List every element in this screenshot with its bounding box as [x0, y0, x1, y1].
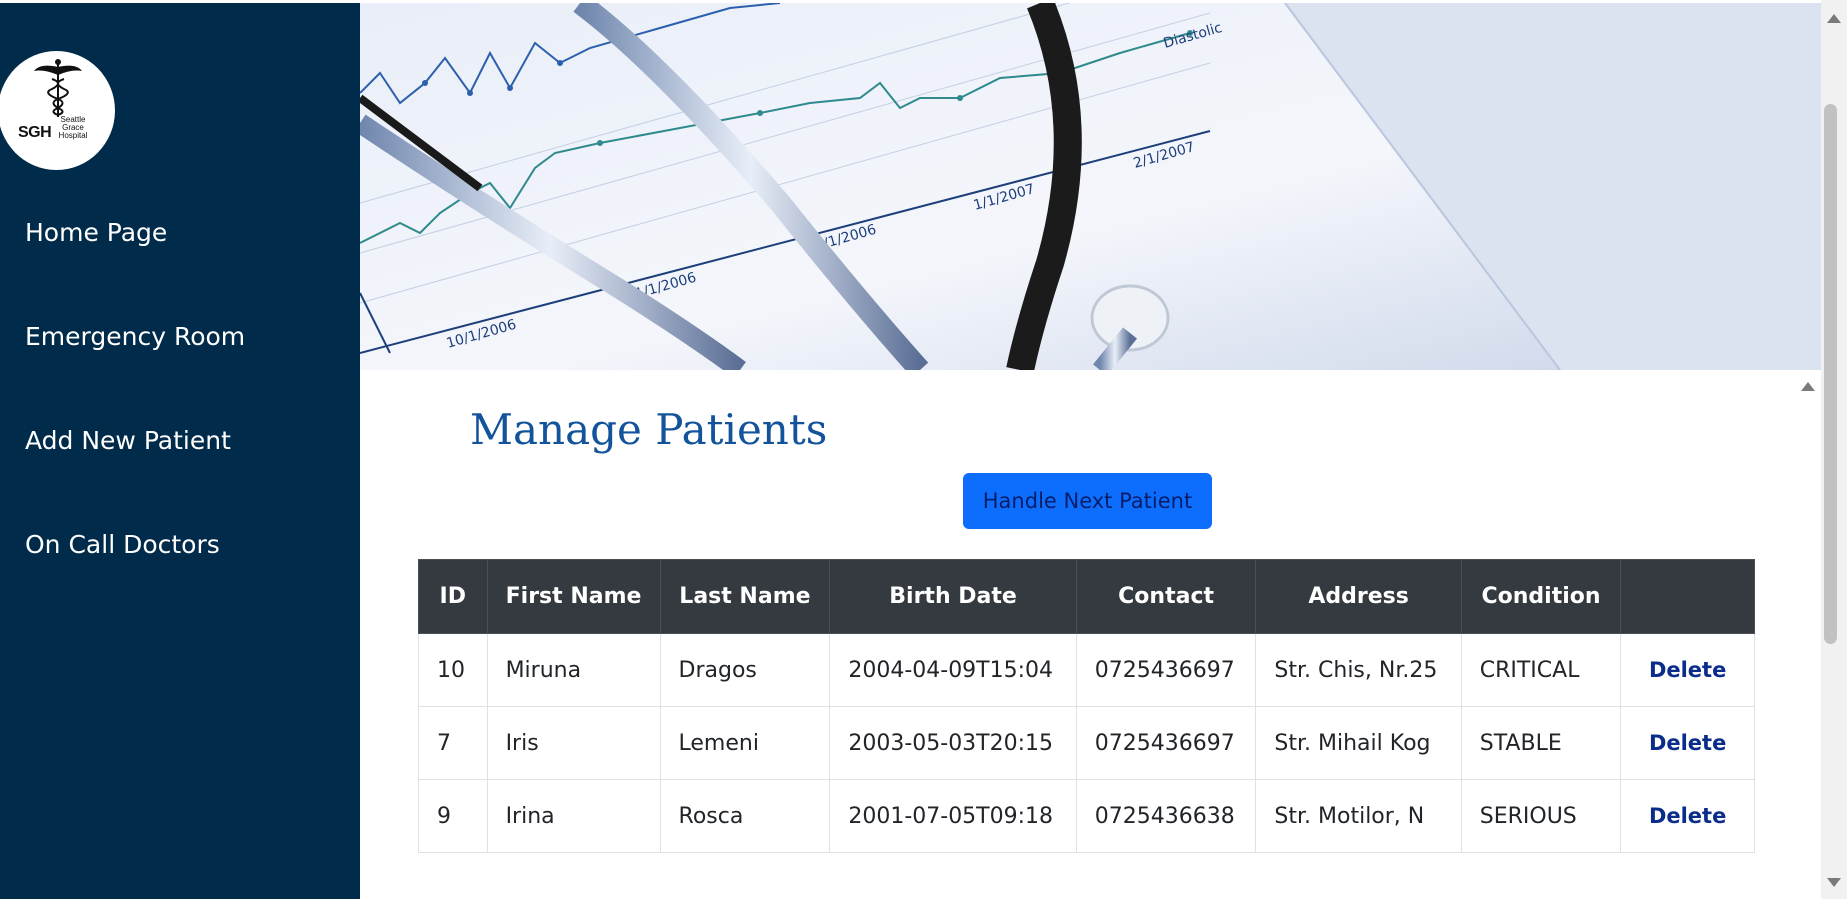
cell-actions: Delete: [1620, 779, 1755, 853]
scroll-down-arrow-icon[interactable]: [1827, 878, 1841, 887]
cell-first-name: Irina: [486, 779, 661, 853]
page-title: Manage Patients: [470, 405, 828, 454]
cell-address: Str. Chis, Nr.25: [1255, 633, 1462, 707]
logo-subtitle: Seattle Grace Hospital: [58, 115, 88, 140]
cell-contact: 0725436638: [1075, 779, 1257, 853]
header-contact: Contact: [1075, 559, 1257, 634]
nav-emergency-room[interactable]: Emergency Room: [25, 322, 245, 351]
handle-next-patient-button[interactable]: Handle Next Patient: [963, 473, 1212, 529]
inner-scroll-up-arrow-icon[interactable]: [1801, 382, 1815, 391]
cell-contact: 0725436697: [1075, 633, 1257, 707]
table-row: 7 Iris Lemeni 2003-05-03T20:15 072543669…: [418, 706, 1755, 780]
cell-birth-date: 2001-07-05T09:18: [829, 779, 1077, 853]
cell-id: 9: [418, 779, 488, 853]
cell-first-name: Miruna: [486, 633, 661, 707]
logo-sgh-text: SGH: [18, 124, 52, 141]
cell-id: 10: [418, 633, 488, 707]
header-banner-image: 10/1/2006 11/1/2006 12/1/2006 1/1/2007 2…: [360, 3, 1821, 370]
delete-link[interactable]: Delete: [1649, 731, 1726, 755]
cell-last-name: Lemeni: [659, 706, 831, 780]
cell-birth-date: 2004-04-09T15:04: [829, 633, 1077, 707]
table-row: 10 Miruna Dragos 2004-04-09T15:04 072543…: [418, 633, 1755, 707]
nav-home-page[interactable]: Home Page: [25, 218, 167, 247]
cell-contact: 0725436697: [1075, 706, 1257, 780]
table-row: 9 Irina Rosca 2001-07-05T09:18 072543663…: [418, 779, 1755, 853]
header-id: ID: [418, 559, 488, 634]
scroll-up-arrow-icon[interactable]: [1827, 14, 1841, 23]
header-first-name: First Name: [486, 559, 661, 634]
patients-table: ID First Name Last Name Birth Date Conta…: [418, 559, 1755, 853]
cell-birth-date: 2003-05-03T20:15: [829, 706, 1077, 780]
cell-condition: SERIOUS: [1460, 779, 1622, 853]
hospital-logo[interactable]: SGH Seattle Grace Hospital: [0, 51, 115, 170]
cell-address: Str. Motilor, N: [1255, 779, 1462, 853]
table-header-row: ID First Name Last Name Birth Date Conta…: [418, 559, 1755, 634]
nav-on-call-doctors[interactable]: On Call Doctors: [25, 530, 220, 559]
cell-first-name: Iris: [486, 706, 661, 780]
header-condition: Condition: [1460, 559, 1622, 634]
header-actions: [1620, 559, 1755, 634]
header-birth-date: Birth Date: [829, 559, 1077, 634]
delete-link[interactable]: Delete: [1649, 658, 1726, 682]
cell-last-name: Dragos: [659, 633, 831, 707]
nav-add-new-patient[interactable]: Add New Patient: [25, 426, 231, 455]
delete-link[interactable]: Delete: [1649, 804, 1726, 828]
cell-last-name: Rosca: [659, 779, 831, 853]
caduceus-icon: [34, 59, 82, 117]
sidebar: SGH Seattle Grace Hospital Home Page Eme…: [0, 3, 360, 899]
cell-condition: STABLE: [1460, 706, 1622, 780]
cell-address: Str. Mihail Kog: [1255, 706, 1462, 780]
header-last-name: Last Name: [659, 559, 831, 634]
scrollbar-thumb[interactable]: [1824, 104, 1837, 644]
cell-actions: Delete: [1620, 706, 1755, 780]
header-address: Address: [1255, 559, 1462, 634]
cell-condition: CRITICAL: [1460, 633, 1622, 707]
cell-id: 7: [418, 706, 488, 780]
cell-actions: Delete: [1620, 633, 1755, 707]
